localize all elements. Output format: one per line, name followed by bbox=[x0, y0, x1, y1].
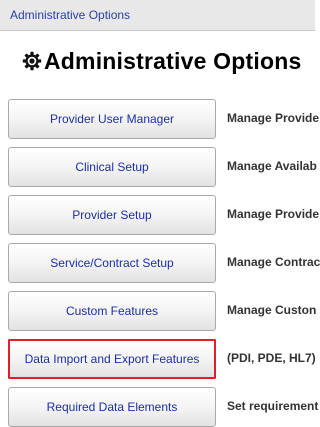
header-title: Administrative Options bbox=[10, 8, 131, 22]
option-description: Manage Provide bbox=[227, 111, 320, 125]
option-row-data-import-export: Data Import and Export Features (PDI, PD… bbox=[0, 339, 316, 379]
required-data-elements-button[interactable]: Required Data Elements bbox=[8, 387, 216, 427]
service-contract-setup-button[interactable]: Service/Contract Setup bbox=[8, 243, 216, 283]
option-row-clinical-setup: Clinical Setup Manage Availab bbox=[0, 147, 317, 187]
option-row-service-contract-setup: Service/Contract Setup Manage Contrac bbox=[0, 243, 320, 283]
custom-features-button[interactable]: Custom Features bbox=[8, 291, 216, 331]
option-description: Manage Custon bbox=[227, 303, 317, 317]
option-row-provider-user-manager: Provider User Manager Manage Provide bbox=[0, 99, 319, 139]
gear-icon bbox=[22, 51, 42, 71]
page-heading: Administrative Options bbox=[22, 46, 301, 76]
option-description: (PDI, PDE, HL7) bbox=[227, 351, 316, 365]
data-import-export-features-button[interactable]: Data Import and Export Features bbox=[8, 339, 216, 379]
option-description: Manage Availab bbox=[227, 159, 317, 173]
option-row-required-data-elements: Required Data Elements Set requirement bbox=[0, 387, 319, 427]
page-title: Administrative Options bbox=[44, 47, 302, 74]
option-row-custom-features: Custom Features Manage Custon bbox=[0, 291, 317, 331]
clinical-setup-button[interactable]: Clinical Setup bbox=[8, 147, 216, 187]
header-bar: Administrative Options bbox=[0, 0, 315, 31]
option-row-provider-setup: Provider Setup Manage Provide bbox=[0, 195, 319, 235]
provider-setup-button[interactable]: Provider Setup bbox=[8, 195, 216, 235]
option-description: Manage Provide bbox=[227, 207, 320, 221]
provider-user-manager-button[interactable]: Provider User Manager bbox=[8, 99, 216, 139]
option-description: Set requirement bbox=[227, 399, 319, 413]
option-description: Manage Contrac bbox=[227, 255, 320, 269]
